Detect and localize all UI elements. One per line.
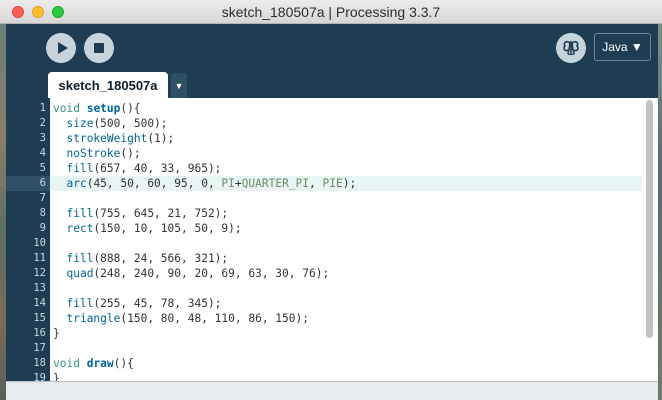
code-line[interactable]: fill(755, 645, 21, 752); [50, 206, 642, 221]
code-editor: 1 2 3 4 5 6 7 8 9 10 11 12 13 14 15 16 17 18 19 void setup… [6, 98, 658, 384]
code-line[interactable]: rect(150, 10, 105, 50, 9); [50, 221, 642, 236]
code-line[interactable]: fill(255, 45, 78, 345); [50, 296, 642, 311]
line-number: 12 [33, 267, 46, 279]
line-number: 4 [39, 147, 46, 159]
stop-icon [94, 43, 104, 53]
code-line[interactable]: void setup(){ [50, 101, 642, 116]
line-number: 13 [33, 282, 46, 294]
line-number: 5 [39, 162, 46, 174]
window-title: sketch_180507a | Processing 3.3.7 [221, 4, 441, 20]
play-icon [57, 42, 68, 54]
line-number: 11 [33, 252, 46, 264]
window-titlebar[interactable]: sketch_180507a | Processing 3.3.7 [0, 0, 662, 24]
code-line[interactable]: fill(657, 40, 33, 965); [50, 161, 642, 176]
line-number: 17 [33, 342, 46, 354]
code-line[interactable]: void draw(){ [50, 356, 642, 371]
scrollbar-thumb[interactable] [646, 100, 653, 338]
mode-selector[interactable]: Java ▼ [594, 33, 651, 61]
tab-bar: sketch_180507a ▼ [6, 72, 658, 98]
code-line[interactable]: fill(888, 24, 566, 321); [50, 251, 642, 266]
code-line[interactable] [50, 281, 642, 296]
toolbar: Java ▼ [6, 24, 658, 72]
desktop-background-right [658, 24, 662, 400]
line-number-gutter: 1 2 3 4 5 6 7 8 9 10 11 12 13 14 15 16 17 18 19 [6, 98, 50, 384]
line-number: 3 [39, 132, 46, 144]
line-number: 14 [33, 297, 46, 309]
console-area[interactable] [6, 382, 658, 400]
line-number: 9 [39, 222, 46, 234]
code-line[interactable]: size(500, 500); [50, 116, 642, 131]
line-number: 10 [33, 237, 46, 249]
vertical-scrollbar[interactable] [642, 98, 658, 382]
stop-button[interactable] [84, 33, 114, 63]
code-line[interactable]: arc(45, 50, 60, 95, 0, PI+QUARTER_PI, PI… [50, 176, 642, 191]
line-number: 1 [39, 102, 46, 114]
code-line[interactable] [50, 341, 642, 356]
line-number: 7 [39, 192, 46, 204]
line-number: 6 [39, 177, 46, 189]
code-line[interactable]: quad(248, 240, 90, 20, 69, 63, 30, 76); [50, 266, 642, 281]
code-line[interactable]: noStroke(); [50, 146, 642, 161]
line-number: 15 [33, 312, 46, 324]
code-line[interactable]: triangle(150, 80, 48, 110, 86, 150); [50, 311, 642, 326]
code-line[interactable]: } [50, 326, 642, 341]
line-number: 16 [33, 327, 46, 339]
line-number: 2 [39, 117, 46, 129]
code-line[interactable] [50, 236, 642, 251]
code-line[interactable]: strokeWeight(1); [50, 131, 642, 146]
line-number: 18 [33, 357, 46, 369]
tab-sketch[interactable]: sketch_180507a [48, 72, 168, 98]
line-number: 8 [39, 207, 46, 219]
run-button[interactable] [46, 33, 76, 63]
code-line[interactable] [50, 191, 642, 206]
code-text-area[interactable]: void setup(){ size(500, 500); strokeWeig… [50, 98, 642, 382]
tab-menu-button[interactable]: ▼ [171, 73, 187, 98]
butterfly-debug-icon [563, 40, 579, 55]
debugger-button[interactable] [556, 33, 586, 63]
